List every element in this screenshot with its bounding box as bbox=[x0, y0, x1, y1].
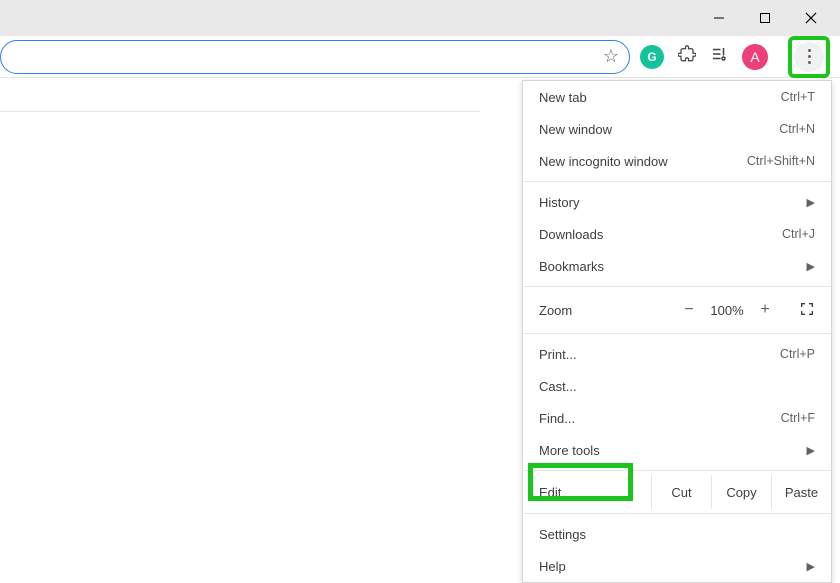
menu-label: Print... bbox=[539, 347, 780, 362]
menu-item-edit: Edit Cut Copy Paste bbox=[523, 475, 831, 509]
menu-item-cast[interactable]: Cast... bbox=[523, 370, 831, 402]
menu-separator bbox=[523, 333, 831, 334]
zoom-value: 100% bbox=[703, 303, 751, 318]
bookmark-star-icon[interactable]: ☆ bbox=[603, 46, 619, 67]
menu-separator bbox=[523, 286, 831, 287]
menu-item-zoom: Zoom − 100% + bbox=[523, 291, 831, 329]
menu-label: Bookmarks bbox=[539, 259, 807, 274]
edit-cut-button[interactable]: Cut bbox=[651, 475, 711, 509]
zoom-in-button[interactable]: + bbox=[751, 301, 779, 319]
menu-shortcut: Ctrl+J bbox=[782, 227, 815, 241]
reading-list-icon[interactable] bbox=[710, 45, 728, 68]
kebab-dot-icon bbox=[808, 55, 811, 58]
menu-item-more-tools[interactable]: More tools ▶ bbox=[523, 434, 831, 466]
grammarly-letter: G bbox=[647, 50, 656, 64]
zoom-label: Zoom bbox=[539, 303, 675, 318]
fullscreen-button[interactable] bbox=[779, 301, 815, 320]
submenu-arrow-icon: ▶ bbox=[807, 196, 815, 209]
edit-paste-button[interactable]: Paste bbox=[771, 475, 831, 509]
kebab-dot-icon bbox=[808, 49, 811, 52]
menu-label: Find... bbox=[539, 411, 781, 426]
window-minimize-button[interactable] bbox=[696, 0, 742, 36]
edit-label: Edit bbox=[539, 485, 651, 500]
menu-label: More tools bbox=[539, 443, 807, 458]
menu-separator bbox=[523, 470, 831, 471]
window-titlebar bbox=[0, 0, 840, 36]
chrome-menu-button[interactable] bbox=[794, 42, 824, 72]
minimize-icon bbox=[713, 12, 725, 24]
window-close-button[interactable] bbox=[788, 0, 834, 36]
fullscreen-icon bbox=[799, 301, 815, 317]
profile-avatar[interactable]: A bbox=[742, 44, 768, 70]
zoom-out-button[interactable]: − bbox=[675, 301, 703, 319]
menu-item-print[interactable]: Print... Ctrl+P bbox=[523, 338, 831, 370]
window-maximize-button[interactable] bbox=[742, 0, 788, 36]
menu-shortcut: Ctrl+P bbox=[780, 347, 815, 361]
address-bar[interactable]: ☆ bbox=[0, 40, 630, 74]
toolbar-actions: G A bbox=[640, 36, 830, 78]
menu-separator bbox=[523, 513, 831, 514]
menu-label: Downloads bbox=[539, 227, 782, 242]
menu-item-new-window[interactable]: New window Ctrl+N bbox=[523, 113, 831, 145]
submenu-arrow-icon: ▶ bbox=[807, 560, 815, 573]
submenu-arrow-icon: ▶ bbox=[807, 444, 815, 457]
browser-toolbar: ☆ G A bbox=[0, 36, 840, 78]
bookmark-bar bbox=[0, 78, 480, 112]
menu-shortcut: Ctrl+T bbox=[781, 90, 815, 104]
menu-item-new-tab[interactable]: New tab Ctrl+T bbox=[523, 81, 831, 113]
close-icon bbox=[805, 12, 817, 24]
extensions-icon[interactable] bbox=[678, 45, 696, 68]
menu-item-help[interactable]: Help ▶ bbox=[523, 550, 831, 582]
kebab-dot-icon bbox=[808, 61, 811, 64]
menu-shortcut: Ctrl+N bbox=[779, 122, 815, 136]
menu-item-bookmarks[interactable]: Bookmarks ▶ bbox=[523, 250, 831, 282]
menu-label: History bbox=[539, 195, 807, 210]
grammarly-extension-icon[interactable]: G bbox=[640, 45, 664, 69]
menu-label: New incognito window bbox=[539, 154, 747, 169]
submenu-arrow-icon: ▶ bbox=[807, 260, 815, 273]
chrome-main-menu: New tab Ctrl+T New window Ctrl+N New inc… bbox=[522, 80, 832, 583]
menu-label: Settings bbox=[539, 527, 815, 542]
menu-label: New tab bbox=[539, 90, 781, 105]
avatar-letter: A bbox=[750, 49, 759, 65]
maximize-icon bbox=[759, 12, 771, 24]
menu-label: New window bbox=[539, 122, 779, 137]
menu-label: Help bbox=[539, 559, 807, 574]
menu-item-incognito[interactable]: New incognito window Ctrl+Shift+N bbox=[523, 145, 831, 177]
menu-button-highlight bbox=[788, 36, 830, 78]
menu-item-history[interactable]: History ▶ bbox=[523, 186, 831, 218]
menu-item-settings[interactable]: Settings bbox=[523, 518, 831, 550]
menu-shortcut: Ctrl+Shift+N bbox=[747, 154, 815, 168]
menu-separator bbox=[523, 181, 831, 182]
edit-copy-button[interactable]: Copy bbox=[711, 475, 771, 509]
menu-item-downloads[interactable]: Downloads Ctrl+J bbox=[523, 218, 831, 250]
menu-item-find[interactable]: Find... Ctrl+F bbox=[523, 402, 831, 434]
menu-label: Cast... bbox=[539, 379, 815, 394]
menu-shortcut: Ctrl+F bbox=[781, 411, 815, 425]
